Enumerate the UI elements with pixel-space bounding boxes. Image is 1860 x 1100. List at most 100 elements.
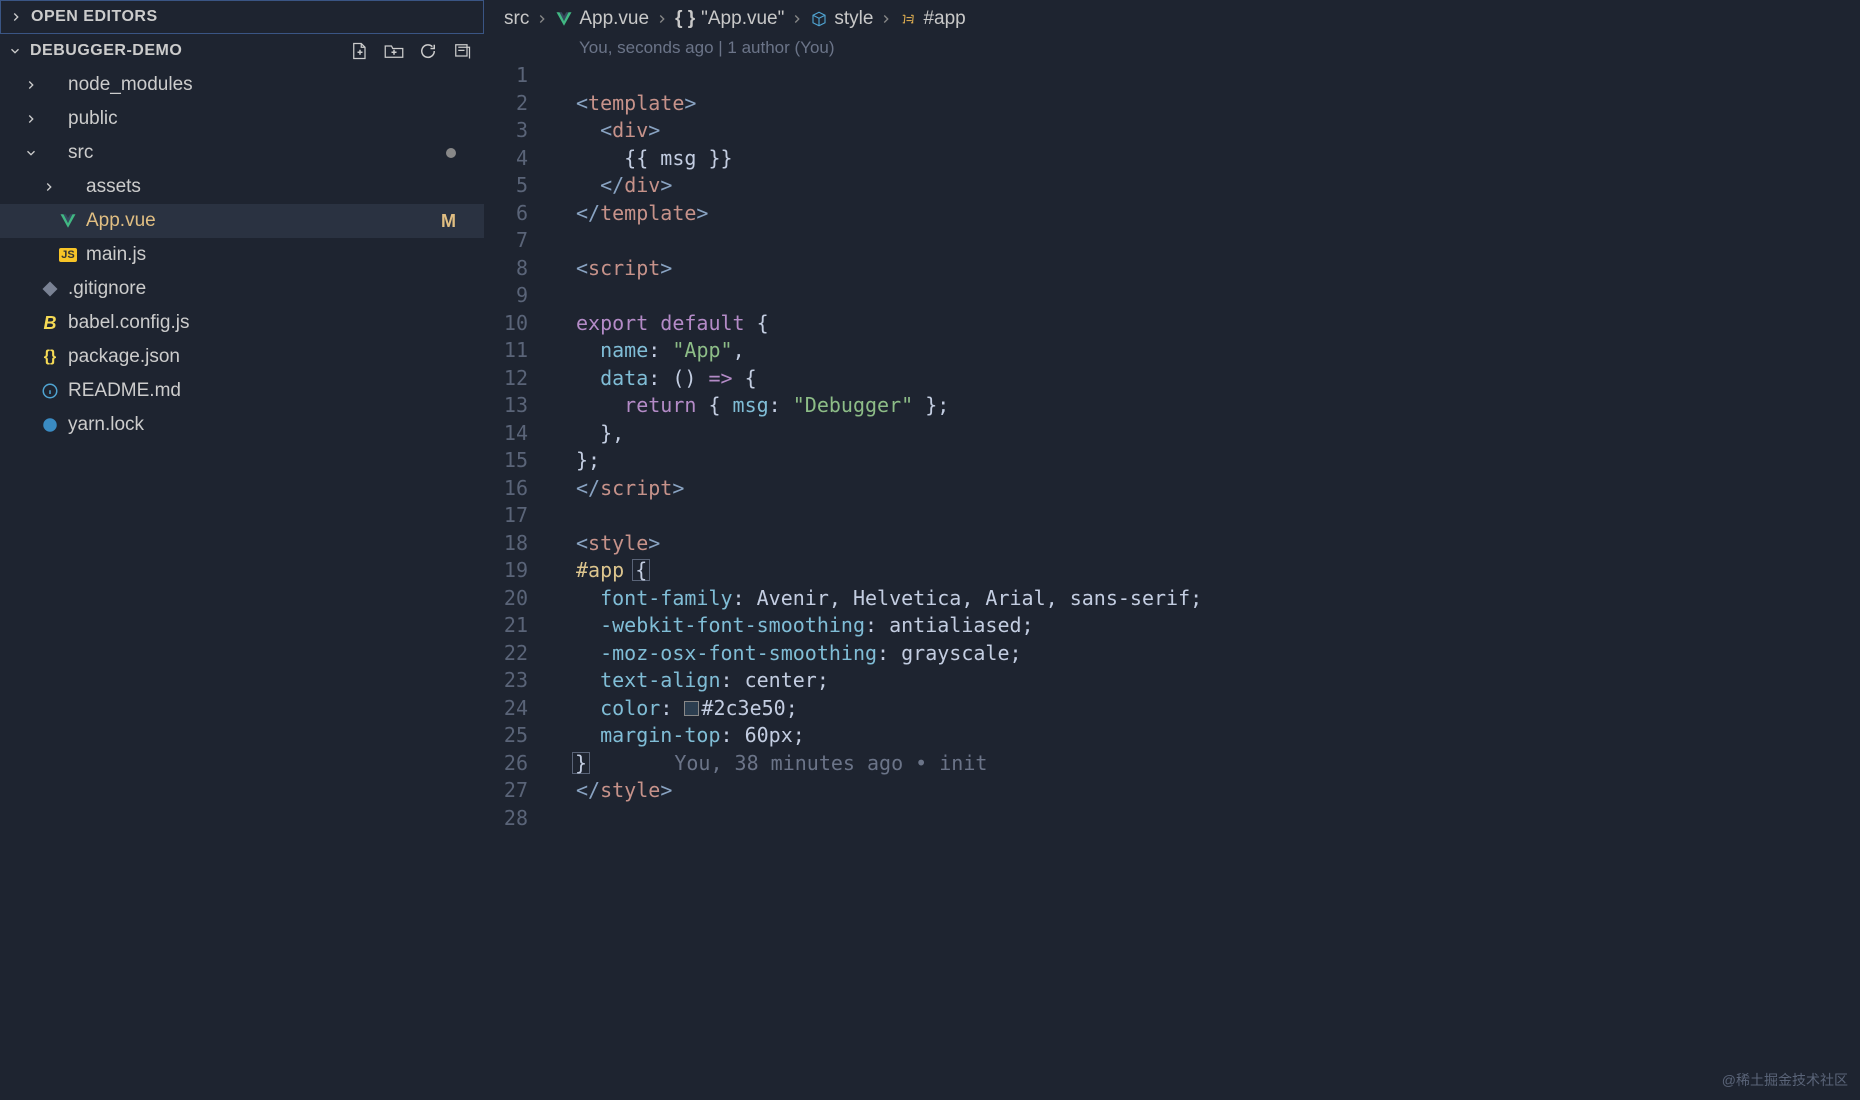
chevron-icon	[22, 78, 40, 92]
code-line[interactable]: 9	[484, 282, 1860, 310]
code-line[interactable]: 22 -moz-osx-font-smoothing: grayscale;	[484, 640, 1860, 668]
babel-icon: B	[40, 313, 60, 334]
line-content[interactable]	[546, 502, 576, 530]
code-line[interactable]: 21 -webkit-font-smoothing: antialiased;	[484, 612, 1860, 640]
code-line[interactable]: 10export default {	[484, 310, 1860, 338]
code-line[interactable]: 25 margin-top: 60px;	[484, 722, 1860, 750]
line-content[interactable]	[546, 282, 576, 310]
line-number: 27	[484, 777, 546, 805]
code-line[interactable]: 17	[484, 502, 1860, 530]
line-content[interactable]: </template>	[546, 200, 708, 228]
line-content[interactable]: <script>	[546, 255, 672, 283]
tree-item-babel-config-js[interactable]: Bbabel.config.js	[0, 306, 484, 340]
line-content[interactable]: <template>	[546, 90, 696, 118]
line-content[interactable]: return { msg: "Debugger" };	[546, 392, 949, 420]
breadcrumb-item[interactable]: #app	[923, 8, 965, 30]
code-line[interactable]: 18<style>	[484, 530, 1860, 558]
line-content[interactable]: <div>	[546, 117, 660, 145]
line-content[interactable]: font-family: Avenir, Helvetica, Arial, s…	[546, 585, 1202, 613]
line-content[interactable]: };	[546, 447, 600, 475]
tree-item-node-modules[interactable]: node_modules	[0, 68, 484, 102]
tree-item-public[interactable]: public	[0, 102, 484, 136]
breadcrumbs[interactable]: src App.vue { } "App.vue" style #app	[484, 0, 1860, 38]
tree-item-label: node_modules	[68, 74, 193, 96]
code-line[interactable]: 3 <div>	[484, 117, 1860, 145]
tree-item-app-vue[interactable]: App.vueM	[0, 204, 484, 238]
line-content[interactable]: </style>	[546, 777, 672, 805]
line-content[interactable]: </script>	[546, 475, 684, 503]
line-content[interactable]: <style>	[546, 530, 660, 558]
line-number: 18	[484, 530, 546, 558]
refresh-icon[interactable]	[418, 41, 438, 61]
code-line[interactable]: 6</template>	[484, 200, 1860, 228]
line-content[interactable]: text-align: center;	[546, 667, 829, 695]
code-line[interactable]: 14 },	[484, 420, 1860, 448]
line-content[interactable]: export default {	[546, 310, 769, 338]
code-line[interactable]: 2<template>	[484, 90, 1860, 118]
line-content[interactable]: -moz-osx-font-smoothing: grayscale;	[546, 640, 1022, 668]
tree-item-label: main.js	[86, 244, 146, 266]
yarn-icon	[40, 416, 60, 434]
line-number: 15	[484, 447, 546, 475]
code-line[interactable]: 28	[484, 805, 1860, 833]
code-line[interactable]: 16</script>	[484, 475, 1860, 503]
tree-item-label: src	[68, 142, 93, 164]
tree-item-label: assets	[86, 176, 141, 198]
code-line[interactable]: 7	[484, 227, 1860, 255]
breadcrumb-item[interactable]: src	[504, 8, 529, 30]
braces-icon: { }	[675, 8, 695, 30]
breadcrumb-item[interactable]: style	[834, 8, 873, 30]
code-line[interactable]: 15};	[484, 447, 1860, 475]
line-content[interactable]: -webkit-font-smoothing: antialiased;	[546, 612, 1034, 640]
code-line[interactable]: 1	[484, 62, 1860, 90]
line-content[interactable]: {{ msg }}	[546, 145, 733, 173]
breadcrumb-separator	[879, 12, 893, 26]
breadcrumb-item[interactable]: "App.vue"	[701, 8, 784, 30]
new-file-icon[interactable]	[350, 41, 370, 61]
code-line[interactable]: 20 font-family: Avenir, Helvetica, Arial…	[484, 585, 1860, 613]
code-line[interactable]: 27</style>	[484, 777, 1860, 805]
code-line[interactable]: 26} You, 38 minutes ago • init	[484, 750, 1860, 778]
code-line[interactable]: 5 </div>	[484, 172, 1860, 200]
chevron-icon	[22, 112, 40, 126]
collapse-all-icon[interactable]	[452, 41, 472, 61]
line-content[interactable]: data: () => {	[546, 365, 757, 393]
code-area[interactable]: 12<template>3 <div>4 {{ msg }}5 </div>6<…	[484, 62, 1860, 832]
line-content[interactable]: color: #2c3e50;	[546, 695, 798, 723]
json-icon: {}	[40, 348, 60, 366]
line-content[interactable]: },	[546, 420, 624, 448]
open-editors-header[interactable]: OPEN EDITORS	[0, 0, 484, 34]
new-folder-icon[interactable]	[384, 41, 404, 61]
open-editors-label: OPEN EDITORS	[31, 8, 158, 26]
code-line[interactable]: 19#app {	[484, 557, 1860, 585]
tree-item-package-json[interactable]: {}package.json	[0, 340, 484, 374]
line-number: 9	[484, 282, 546, 310]
chevron-icon	[22, 146, 40, 160]
line-content[interactable]: name: "App",	[546, 337, 745, 365]
line-content[interactable]: </div>	[546, 172, 672, 200]
tree-item--gitignore[interactable]: .gitignore	[0, 272, 484, 306]
line-content[interactable]: #app {	[546, 557, 650, 585]
line-content[interactable]	[546, 805, 576, 833]
code-line[interactable]: 13 return { msg: "Debugger" };	[484, 392, 1860, 420]
tree-item-src[interactable]: src	[0, 136, 484, 170]
tree-item-yarn-lock[interactable]: yarn.lock	[0, 408, 484, 442]
tree-item-readme-md[interactable]: README.md	[0, 374, 484, 408]
line-number: 25	[484, 722, 546, 750]
code-line[interactable]: 24 color: #2c3e50;	[484, 695, 1860, 723]
code-line[interactable]: 8<script>	[484, 255, 1860, 283]
line-content[interactable]: } You, 38 minutes ago • init	[546, 750, 987, 778]
line-number: 12	[484, 365, 546, 393]
line-content[interactable]	[546, 62, 576, 90]
breadcrumb-item[interactable]: App.vue	[579, 8, 649, 30]
code-line[interactable]: 12 data: () => {	[484, 365, 1860, 393]
code-line[interactable]: 4 {{ msg }}	[484, 145, 1860, 173]
line-content[interactable]	[546, 227, 576, 255]
line-number: 23	[484, 667, 546, 695]
project-header[interactable]: DEBUGGER-DEMO	[0, 34, 484, 68]
code-line[interactable]: 23 text-align: center;	[484, 667, 1860, 695]
line-content[interactable]: margin-top: 60px;	[546, 722, 805, 750]
tree-item-assets[interactable]: assets	[0, 170, 484, 204]
code-line[interactable]: 11 name: "App",	[484, 337, 1860, 365]
tree-item-main-js[interactable]: JSmain.js	[0, 238, 484, 272]
